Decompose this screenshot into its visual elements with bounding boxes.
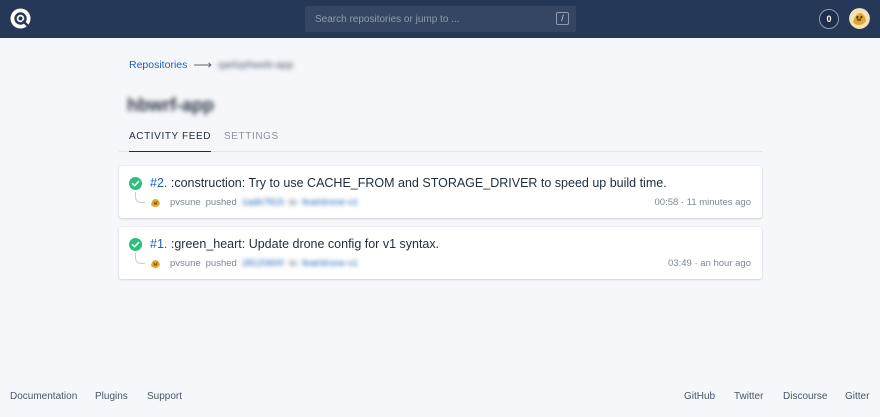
- build-connector-line: [135, 253, 145, 264]
- search-input[interactable]: [305, 6, 576, 32]
- drone-logo-icon[interactable]: [10, 8, 31, 29]
- build-card[interactable]: #1. :green_heart: Update drone config fo…: [119, 227, 762, 279]
- footer-gitter-link[interactable]: Gitter: [845, 391, 869, 402]
- breadcrumb-repo-path: qarlophweb-app: [218, 59, 294, 71]
- breadcrumb-arrow-icon: ⟶: [193, 57, 213, 72]
- footer-documentation-link[interactable]: Documentation: [10, 391, 77, 402]
- build-message: :green_heart: Update drone config for v1…: [170, 237, 440, 251]
- time-separator: ·: [680, 197, 685, 208]
- page-title: hbwrf-app: [127, 95, 214, 115]
- build-to-word: to: [289, 258, 298, 269]
- success-check-icon: [129, 238, 142, 251]
- footer-discourse-link[interactable]: Discourse: [783, 391, 827, 402]
- build-number: #2.: [150, 176, 168, 190]
- footer-support-link[interactable]: Support: [147, 391, 182, 402]
- user-avatar[interactable]: [849, 8, 870, 29]
- build-meta: pvsune pushed 28120600 to feat/drone-v1: [170, 258, 358, 269]
- search-shortcut-hint: /: [556, 12, 569, 25]
- build-branch-link[interactable]: feat/drone-v1: [302, 258, 358, 269]
- top-navigation-bar: / 0: [0, 0, 880, 38]
- success-check-icon: [129, 177, 142, 190]
- breadcrumb-repositories-link[interactable]: Repositories: [129, 59, 187, 71]
- build-title[interactable]: #2. :construction: Try to use CACHE_FROM…: [150, 176, 667, 190]
- author-avatar: [151, 260, 160, 268]
- build-started-ago: an hour ago: [700, 258, 751, 269]
- build-number: #1.: [150, 237, 168, 251]
- tab-activity-feed[interactable]: ACTIVITY FEED: [129, 131, 212, 152]
- repo-tabs: ACTIVITY FEED SETTINGS: [119, 128, 762, 152]
- build-duration: 00:58: [654, 197, 679, 208]
- build-branch-link[interactable]: feat/drone-v1: [302, 197, 358, 208]
- build-title[interactable]: #1. :green_heart: Update drone config fo…: [150, 237, 439, 251]
- build-to-word: to: [289, 197, 298, 208]
- breadcrumb: Repositories ⟶ qarlophweb-app: [129, 57, 294, 72]
- footer-github-link[interactable]: GitHub: [684, 391, 715, 402]
- tab-settings[interactable]: SETTINGS: [224, 131, 279, 152]
- build-card[interactable]: #2. :construction: Try to use CACHE_FROM…: [119, 166, 762, 218]
- footer-twitter-link[interactable]: Twitter: [734, 391, 763, 402]
- author-avatar: [151, 199, 160, 207]
- build-action: pushed: [205, 258, 237, 269]
- build-author: pvsune: [170, 197, 201, 208]
- build-message: :construction: Try to use CACHE_FROM and…: [170, 176, 667, 190]
- build-meta: pvsune pushed 1adb7815 to feat/drone-v1: [170, 197, 358, 208]
- footer-plugins-link[interactable]: Plugins: [95, 391, 128, 402]
- build-started-ago: 11 minutes ago: [686, 197, 751, 208]
- build-duration: 03:49: [668, 258, 692, 269]
- running-builds-badge[interactable]: 0: [819, 9, 839, 29]
- build-action: pushed: [205, 197, 237, 208]
- build-commit-link[interactable]: 1adb7815: [242, 197, 284, 208]
- build-time: 00:58 · 11 minutes ago: [655, 197, 752, 208]
- build-author: pvsune: [170, 258, 201, 269]
- time-separator: ·: [694, 258, 698, 269]
- build-time: 03:49 · an hour ago: [668, 258, 751, 269]
- build-commit-link[interactable]: 28120600: [242, 258, 284, 269]
- build-connector-line: [135, 192, 145, 203]
